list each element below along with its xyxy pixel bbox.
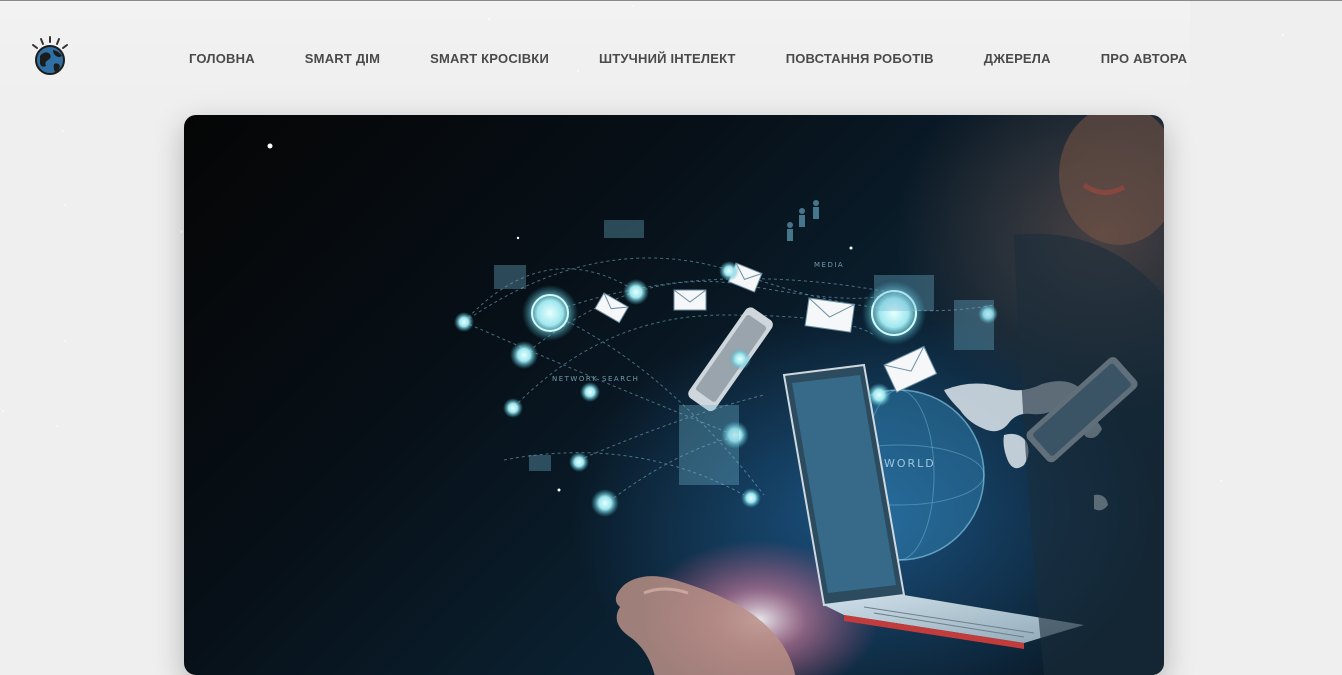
nav-item-sources[interactable]: ДЖЕРЕЛА bbox=[984, 51, 1051, 66]
nav-item-smart-sneakers[interactable]: SMART КРОСІВКИ bbox=[430, 51, 549, 66]
particle bbox=[577, 70, 579, 72]
network-search-label: NETWORK SEARCH bbox=[552, 375, 639, 383]
particle bbox=[2, 410, 4, 412]
particle bbox=[1220, 480, 1222, 482]
particle bbox=[557, 488, 561, 492]
technology-network-illustration: WORLD NETWORK SEARCH MEDIA bbox=[267, 115, 1164, 675]
globe-icon bbox=[32, 36, 68, 75]
person-face bbox=[1059, 115, 1164, 245]
particle bbox=[516, 236, 520, 240]
nav-item-smart-home[interactable]: SMART ДІМ bbox=[305, 51, 380, 66]
world-label: WORLD bbox=[884, 457, 936, 470]
particle bbox=[64, 340, 66, 342]
site-logo[interactable] bbox=[28, 34, 72, 78]
nav-item-artificial-intelligence[interactable]: ШТУЧНИЙ ІНТЕЛЕКТ bbox=[599, 51, 736, 66]
particle bbox=[267, 143, 273, 149]
nav-item-home[interactable]: ГОЛОВНА bbox=[189, 51, 255, 66]
particle bbox=[849, 246, 853, 250]
nav-item-about-author[interactable]: ПРО АВТОРА bbox=[1101, 51, 1188, 66]
particle bbox=[64, 204, 66, 206]
person-body bbox=[1014, 233, 1164, 675]
particle bbox=[488, 18, 490, 20]
particle bbox=[632, 5, 634, 7]
media-label: MEDIA bbox=[814, 261, 844, 269]
particle bbox=[56, 425, 58, 427]
main-nav: ГОЛОВНА SMART ДІМ SMART КРОСІВКИ ШТУЧНИЙ… bbox=[189, 48, 1187, 68]
particle bbox=[1282, 34, 1284, 36]
nav-item-robot-uprising[interactable]: ПОВСТАННЯ РОБОТІВ bbox=[786, 51, 934, 66]
particle bbox=[62, 130, 64, 132]
people-icons bbox=[787, 200, 819, 241]
particle bbox=[180, 230, 183, 233]
hero-image: WORLD NETWORK SEARCH MEDIA bbox=[184, 115, 1164, 675]
